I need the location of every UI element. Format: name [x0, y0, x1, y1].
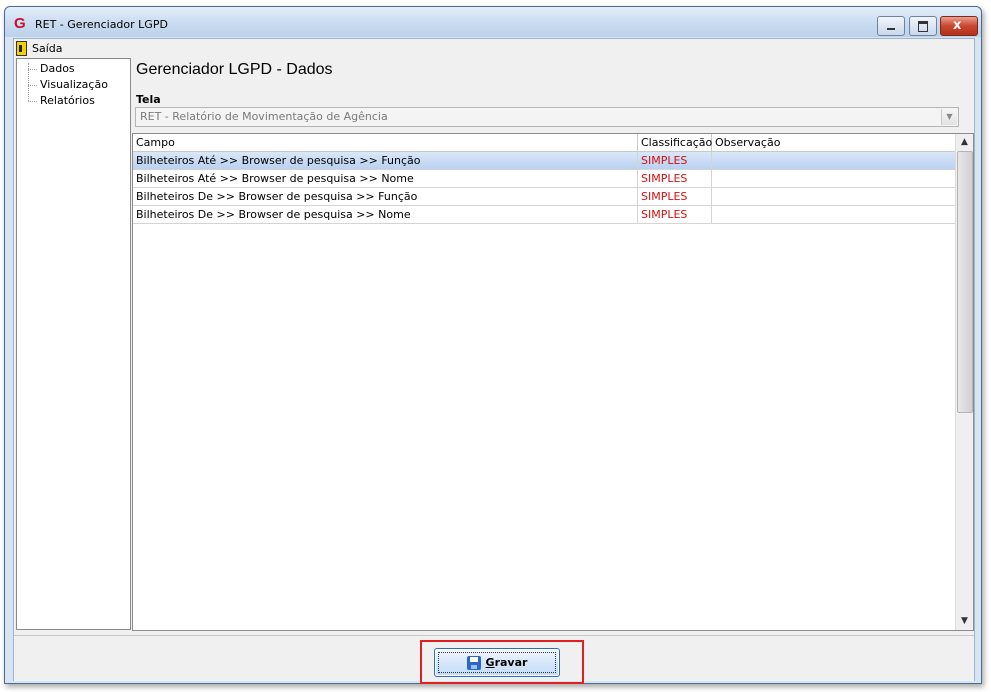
- table-row[interactable]: Bilheteiros De >> Browser de pesquisa >>…: [133, 188, 961, 206]
- menu-bar: Saída: [14, 39, 974, 57]
- tree-item-visualizacao[interactable]: Visualização: [40, 78, 108, 91]
- column-header-observacao[interactable]: Observação: [712, 134, 961, 151]
- tree-item-relatorios[interactable]: Relatórios: [40, 94, 95, 107]
- menu-exit-label: Saída: [32, 41, 63, 55]
- cell-observacao[interactable]: [712, 206, 961, 223]
- scroll-thumb[interactable]: [957, 151, 973, 413]
- tree-connector: [28, 101, 37, 102]
- cell-classificacao: SIMPLES: [638, 152, 712, 169]
- exit-door-icon: [16, 40, 27, 56]
- footer-bar: Gravar: [14, 635, 974, 684]
- scroll-up-icon[interactable]: ▲: [956, 134, 973, 151]
- maximize-button[interactable]: [909, 16, 937, 36]
- cell-campo: Bilheteiros Até >> Browser de pesquisa >…: [133, 170, 638, 187]
- chevron-down-icon[interactable]: ▼: [941, 109, 957, 125]
- navigation-tree: Dados Visualização Relatórios: [16, 58, 131, 630]
- cell-observacao[interactable]: [712, 152, 961, 169]
- maximize-icon: [918, 21, 928, 32]
- app-logo-icon: G: [14, 15, 26, 32]
- minimize-icon: [887, 28, 895, 30]
- table-row[interactable]: Bilheteiros Até >> Browser de pesquisa >…: [133, 152, 961, 170]
- table-row[interactable]: Bilheteiros Até >> Browser de pesquisa >…: [133, 170, 961, 188]
- tela-select-value: RET - Relatório de Movimentação de Agênc…: [140, 110, 388, 123]
- tree-connector: [28, 85, 37, 86]
- cell-campo: Bilheteiros Até >> Browser de pesquisa >…: [133, 152, 638, 169]
- page-title: Gerenciador LGPD - Dados: [136, 61, 333, 78]
- tree-item-dados[interactable]: Dados: [40, 62, 75, 75]
- tree-connector: [28, 69, 37, 70]
- main-panel: Gerenciador LGPD - Dados Tela RET - Rela…: [132, 58, 974, 631]
- column-header-classificacao[interactable]: Classificação: [638, 134, 712, 151]
- grid-header: Campo Classificação Observação: [133, 134, 961, 152]
- client-area: Saída Dados Visualização Relatórios Gere…: [13, 38, 975, 684]
- cell-classificacao: SIMPLES: [638, 188, 712, 205]
- window-title: RET - Gerenciador LGPD: [35, 18, 168, 31]
- cell-observacao[interactable]: [712, 170, 961, 187]
- cell-campo: Bilheteiros De >> Browser de pesquisa >>…: [133, 188, 638, 205]
- cell-classificacao: SIMPLES: [638, 206, 712, 223]
- vertical-scrollbar[interactable]: ▲ ▼: [955, 134, 973, 630]
- cell-campo: Bilheteiros De >> Browser de pesquisa >>…: [133, 206, 638, 223]
- title-bar[interactable]: G RET - Gerenciador LGPD x: [5, 7, 981, 37]
- focus-rectangle: [438, 652, 556, 673]
- scroll-down-icon[interactable]: ▼: [956, 613, 973, 630]
- menu-exit[interactable]: Saída: [16, 40, 63, 56]
- data-grid: Campo Classificação Observação Bilheteir…: [132, 133, 974, 631]
- save-button[interactable]: Gravar: [434, 648, 560, 677]
- column-header-campo[interactable]: Campo: [133, 134, 638, 151]
- app-window: G RET - Gerenciador LGPD x Saída Dados V…: [4, 6, 982, 684]
- tela-label: Tela: [136, 93, 161, 106]
- minimize-button[interactable]: [877, 16, 905, 36]
- close-icon: x: [953, 18, 962, 33]
- close-button[interactable]: x: [940, 16, 978, 36]
- tela-select[interactable]: RET - Relatório de Movimentação de Agênc…: [135, 107, 959, 127]
- cell-classificacao: SIMPLES: [638, 170, 712, 187]
- table-row[interactable]: Bilheteiros De >> Browser de pesquisa >>…: [133, 206, 961, 224]
- cell-observacao[interactable]: [712, 188, 961, 205]
- floppy-disk-icon: [466, 655, 481, 670]
